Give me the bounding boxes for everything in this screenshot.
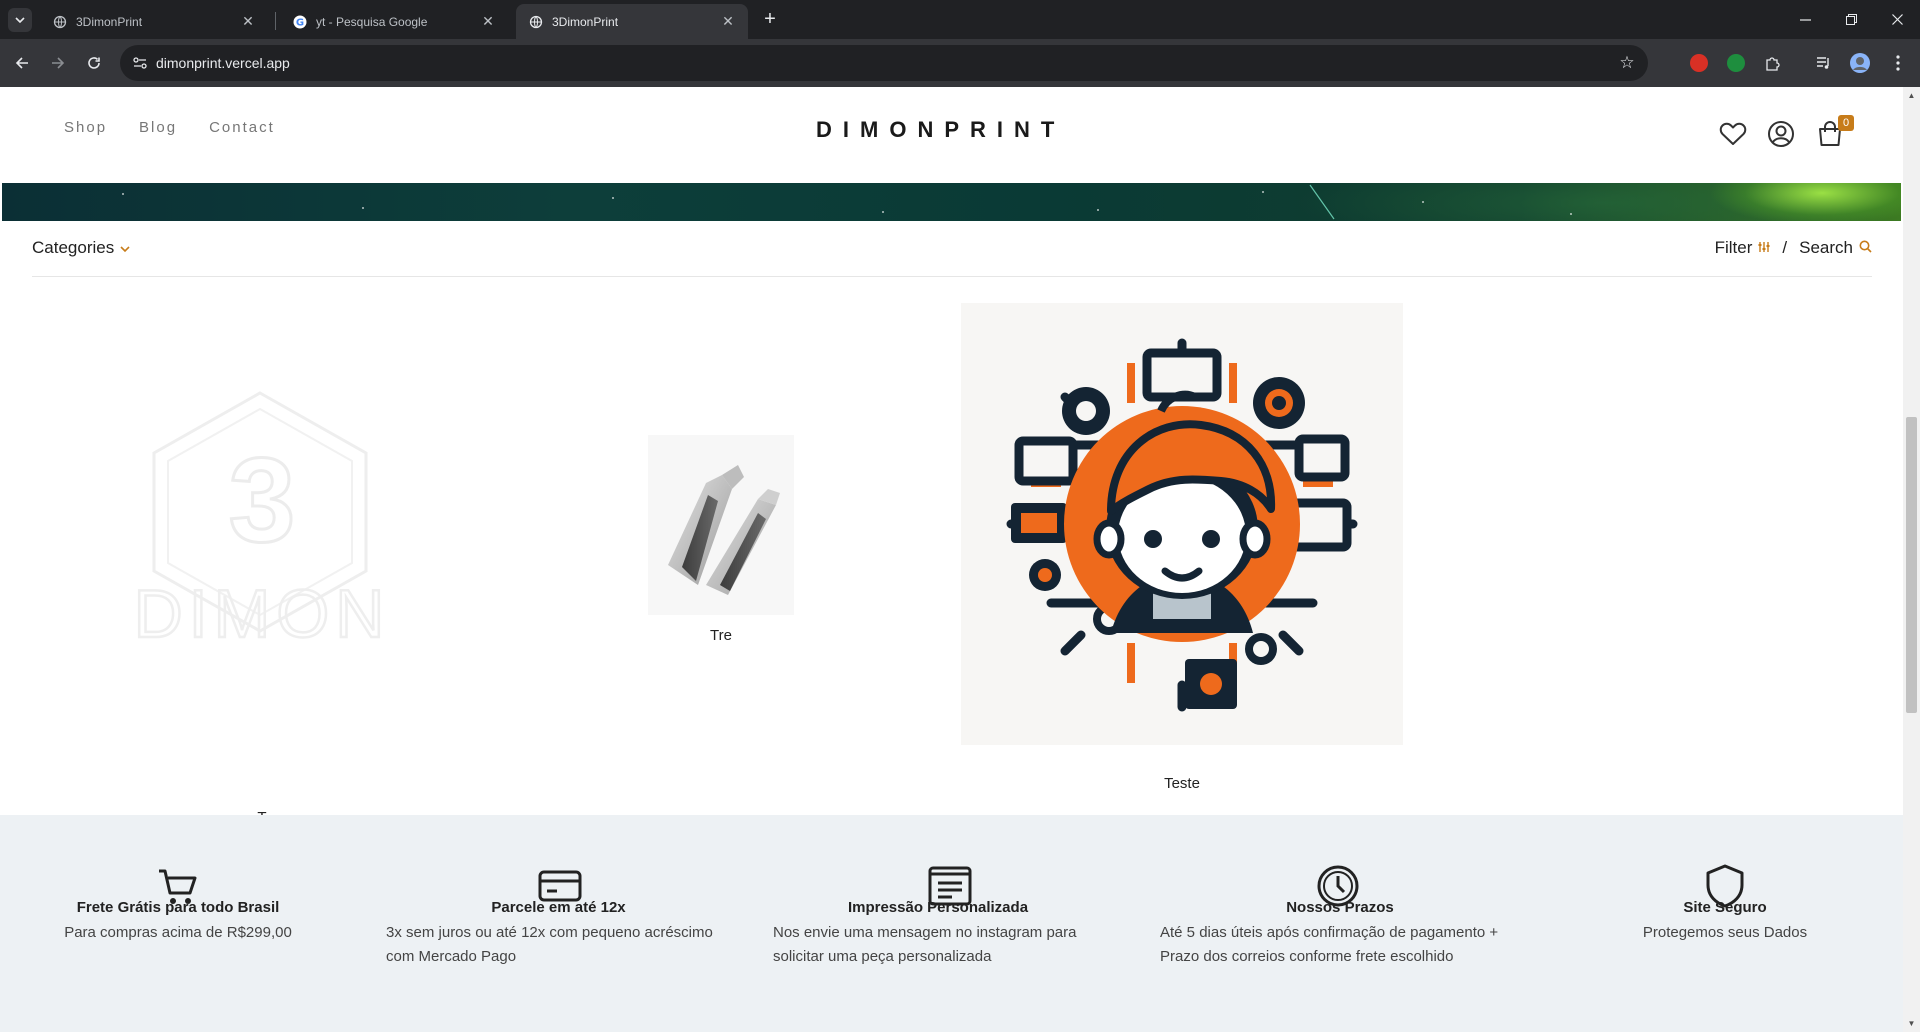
filter-sliders-icon[interactable] bbox=[1758, 238, 1770, 258]
tab-title: 3DimonPrint bbox=[76, 14, 143, 29]
svg-text:G: G bbox=[296, 17, 304, 28]
extension-red-icon[interactable] bbox=[1690, 54, 1708, 72]
browser-menu-icon[interactable] bbox=[1886, 51, 1910, 75]
banner-star bbox=[1097, 209, 1099, 211]
banner-star bbox=[882, 211, 884, 213]
address-bar[interactable]: dimonprint.vercel.app ☆ bbox=[120, 45, 1648, 81]
forward-icon[interactable] bbox=[46, 51, 70, 75]
banner-star bbox=[362, 207, 364, 209]
categories-label: Categories bbox=[32, 238, 115, 257]
banner-star bbox=[1422, 201, 1424, 203]
search-button[interactable]: Search bbox=[1799, 238, 1853, 258]
nav-contact[interactable]: Contact bbox=[209, 119, 275, 136]
logo-wordmark: DIMON bbox=[134, 576, 391, 652]
tab-title: 3DimonPrint bbox=[552, 14, 619, 29]
product-name[interactable]: Tre bbox=[648, 627, 794, 644]
scrollbar-thumb[interactable] bbox=[1906, 417, 1917, 713]
banner-star bbox=[1262, 191, 1264, 193]
banner-streak bbox=[1309, 184, 1335, 220]
search-icon[interactable] bbox=[1859, 238, 1872, 258]
feature-title: Nossos Prazos bbox=[1286, 899, 1394, 916]
page-viewport: Shop Blog Contact DIMONPRINT 0 Categorie… bbox=[0, 87, 1903, 1032]
categories-dropdown[interactable]: Categories bbox=[32, 238, 130, 258]
feature-title: Parcele em até 12x bbox=[491, 899, 626, 916]
media-controls-icon[interactable] bbox=[1812, 51, 1836, 75]
extensions-puzzle-icon[interactable] bbox=[1761, 51, 1785, 75]
boy-tech-illustration bbox=[1006, 338, 1358, 712]
scroll-down-arrow-icon[interactable]: ▼ bbox=[1907, 1019, 1916, 1028]
browser-toolbar: dimonprint.vercel.app ☆ bbox=[0, 39, 1920, 87]
product-card[interactable]: Teste bbox=[961, 303, 1403, 795]
browser-tab[interactable]: 3DimonPrint ✕ bbox=[40, 4, 268, 39]
close-window-button[interactable] bbox=[1874, 0, 1920, 39]
product-name[interactable]: Teste bbox=[961, 775, 1403, 792]
chevron-down-icon bbox=[120, 238, 130, 258]
google-icon: G bbox=[292, 14, 308, 30]
site-info-icon[interactable] bbox=[132, 55, 148, 71]
tab-title: yt - Pesquisa Google bbox=[316, 14, 428, 29]
new-tab-button[interactable]: + bbox=[758, 8, 782, 32]
browser-tab-active[interactable]: 3DimonPrint ✕ bbox=[516, 4, 748, 39]
scroll-up-arrow-icon[interactable]: ▲ bbox=[1907, 91, 1916, 100]
filter-search-group: Filter / Search bbox=[1715, 238, 1872, 258]
tab-search-button[interactable] bbox=[8, 8, 32, 32]
nav-shop[interactable]: Shop bbox=[64, 119, 107, 136]
product-image bbox=[648, 435, 794, 615]
globe-icon bbox=[52, 14, 68, 30]
cart-count-badge: 0 bbox=[1838, 115, 1854, 131]
hero-banner-strip bbox=[2, 183, 1901, 221]
bracket-3d-part-image bbox=[668, 465, 780, 595]
feature-description: Até 5 dias úteis após confirmação de pag… bbox=[1160, 924, 1499, 965]
feature-title: Site Seguro bbox=[1683, 899, 1767, 916]
banner-star bbox=[1570, 213, 1572, 215]
browser-tab[interactable]: G yt - Pesquisa Google ✕ bbox=[280, 4, 508, 39]
minimize-button[interactable] bbox=[1782, 0, 1828, 39]
feature-title: Impressão Personalizada bbox=[847, 899, 1029, 916]
account-user-icon[interactable] bbox=[1766, 119, 1796, 149]
features-section: Frete Grátis para todo Brasil Para compr… bbox=[0, 815, 1903, 1032]
nav-blog[interactable]: Blog bbox=[139, 119, 177, 136]
product-image bbox=[961, 303, 1403, 745]
feature-title: Frete Grátis para todo Brasil bbox=[76, 899, 280, 916]
site-logo[interactable]: DIMONPRINT bbox=[816, 117, 1065, 143]
extension-green-icon[interactable] bbox=[1727, 54, 1745, 72]
filter-search-separator: / bbox=[1782, 238, 1788, 257]
profile-avatar[interactable] bbox=[1848, 51, 1872, 75]
feature-description: 3x sem juros ou até 12x com pequeno acré… bbox=[386, 924, 713, 965]
close-tab-icon[interactable]: ✕ bbox=[720, 13, 736, 30]
url-text: dimonprint.vercel.app bbox=[156, 55, 290, 71]
close-tab-icon[interactable]: ✕ bbox=[480, 13, 496, 30]
filter-bar: Categories Filter / Search bbox=[32, 221, 1872, 277]
feature-description: Protegemos seus Dados bbox=[1642, 924, 1808, 941]
main-nav: Shop Blog Contact bbox=[64, 119, 275, 136]
tab-divider bbox=[275, 12, 276, 30]
close-tab-icon[interactable]: ✕ bbox=[240, 13, 256, 30]
logo-digit: 3 bbox=[229, 433, 296, 567]
site-header: Shop Blog Contact DIMONPRINT 0 bbox=[0, 87, 1903, 183]
feature-description: Para compras acima de R$299,00 bbox=[64, 924, 292, 941]
banner-star bbox=[122, 193, 124, 195]
reload-icon[interactable] bbox=[82, 51, 106, 75]
bookmark-star-icon[interactable]: ☆ bbox=[1618, 54, 1636, 72]
dimon-logo-image: 3 DIMON bbox=[132, 391, 391, 653]
product-card[interactable]: 3 DIMON T bbox=[112, 369, 412, 829]
page-scrollbar[interactable]: ▲ ▼ bbox=[1903, 87, 1920, 1032]
product-card[interactable]: Tre bbox=[648, 435, 794, 644]
restore-button[interactable] bbox=[1828, 0, 1874, 39]
browser-tabbar: 3DimonPrint ✕ G yt - Pesquisa Google ✕ 3… bbox=[0, 0, 1920, 39]
filter-button[interactable]: Filter bbox=[1715, 238, 1753, 258]
back-icon[interactable] bbox=[10, 51, 34, 75]
feature-description: Nos envie uma mensagem no instagram para… bbox=[773, 924, 1077, 965]
wishlist-heart-icon[interactable] bbox=[1718, 119, 1748, 149]
banner-star bbox=[612, 197, 614, 199]
globe-icon bbox=[528, 14, 544, 30]
